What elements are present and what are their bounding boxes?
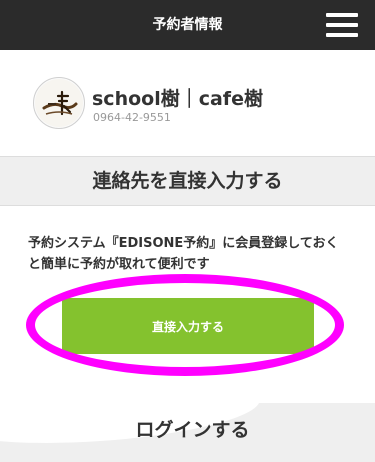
page-title: 予約者情報 bbox=[152, 17, 223, 33]
menu-bar bbox=[326, 23, 358, 27]
login-title: ログインする bbox=[135, 419, 250, 441]
menu-bar bbox=[326, 13, 358, 17]
member-registration-note: 予約システム『EDISONE予約』に会員登録しておくと簡単に予約が取れて便利です bbox=[28, 236, 339, 272]
shop-info: school樹｜cafe樹 0964-42-9551 bbox=[0, 50, 375, 155]
direct-entry-title: 連絡先を直接入力する bbox=[92, 170, 283, 192]
shop-name: school樹｜cafe樹 bbox=[92, 88, 263, 110]
shop-logo-icon bbox=[33, 77, 85, 129]
menu-bar bbox=[326, 33, 358, 37]
app-header: 予約者情報 bbox=[0, 0, 375, 50]
direct-entry-button[interactable]: 直接入力する bbox=[62, 298, 314, 354]
direct-entry-header: 連絡先を直接入力する bbox=[0, 156, 375, 206]
hamburger-menu-icon[interactable] bbox=[326, 11, 358, 39]
login-section: ログインする bbox=[0, 403, 375, 462]
shop-phone: 0964-42-9551 bbox=[93, 111, 171, 124]
